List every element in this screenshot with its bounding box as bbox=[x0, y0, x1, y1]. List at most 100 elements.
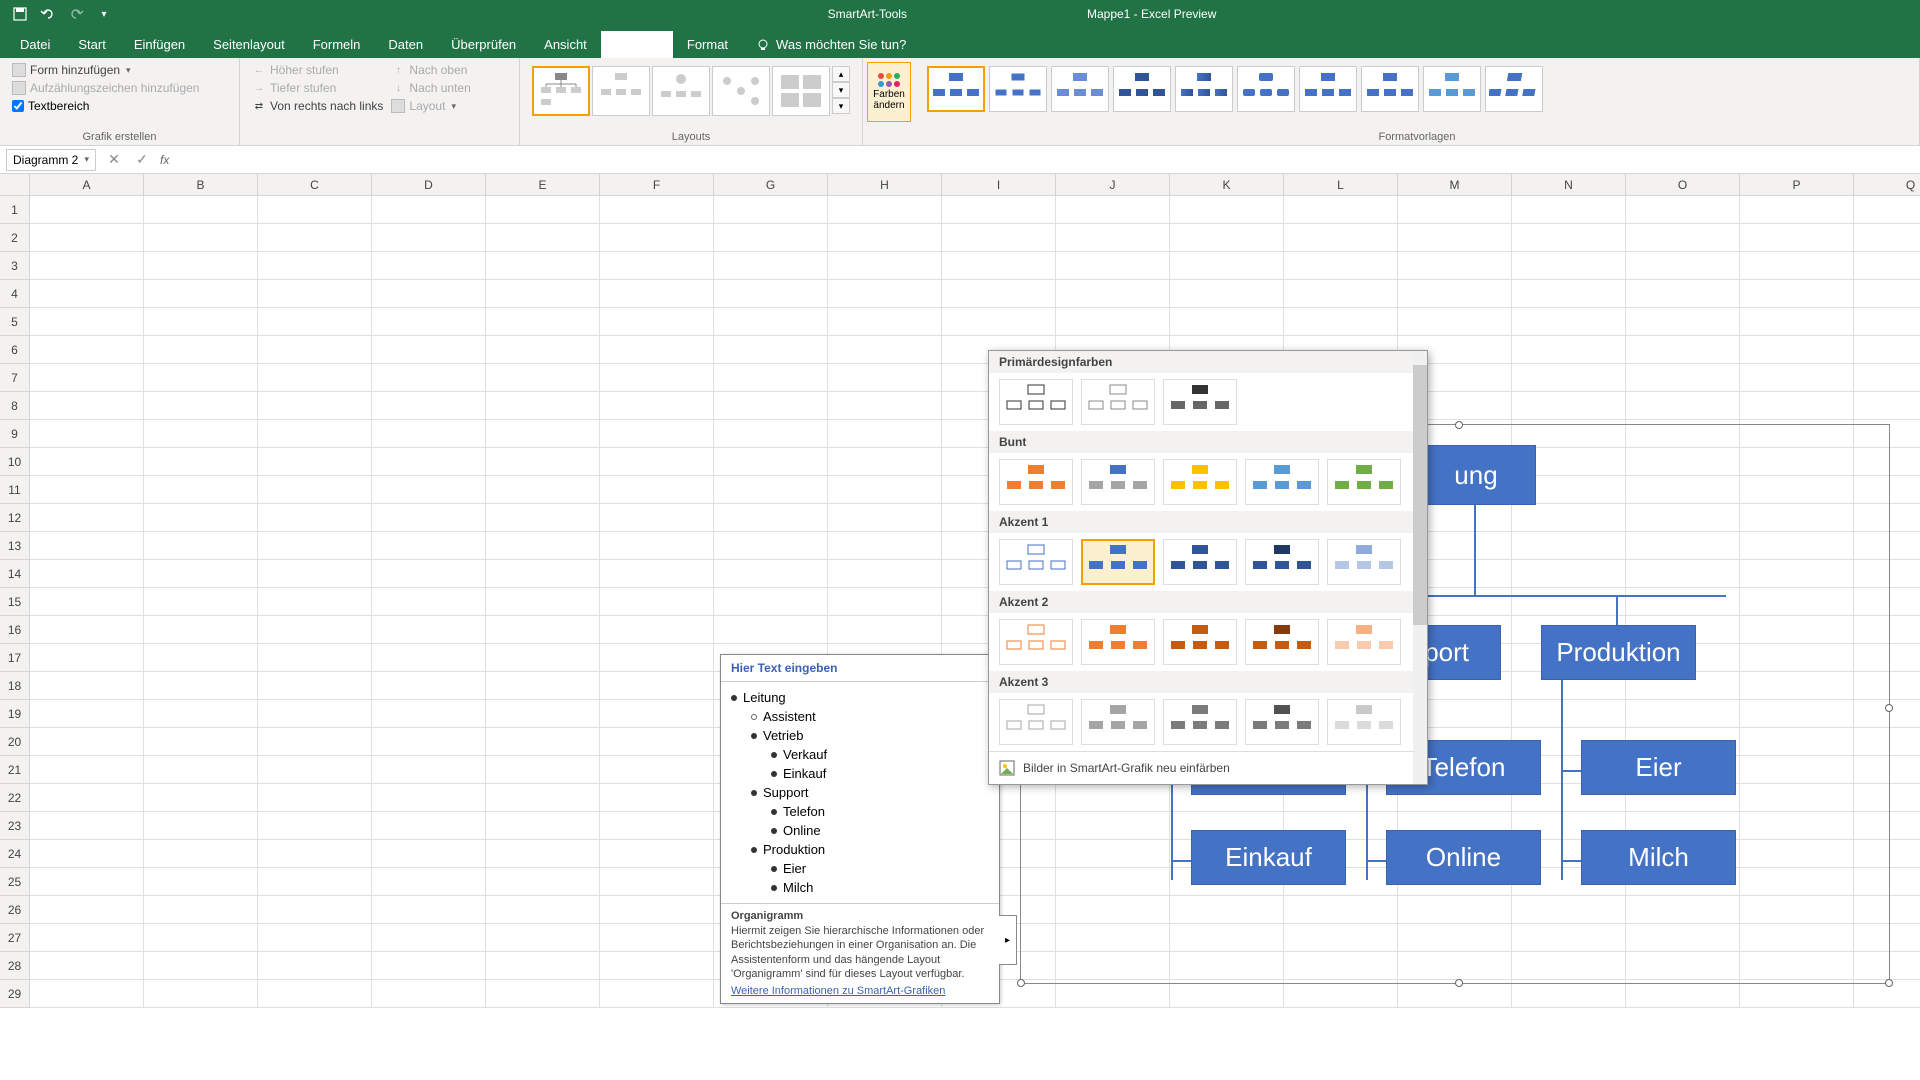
cell[interactable] bbox=[600, 560, 714, 588]
layout-org-chart[interactable] bbox=[532, 66, 590, 116]
color-option[interactable] bbox=[1245, 539, 1319, 585]
cell[interactable] bbox=[600, 672, 714, 700]
cell[interactable] bbox=[1284, 196, 1398, 224]
cell[interactable] bbox=[486, 896, 600, 924]
color-option[interactable] bbox=[1163, 619, 1237, 665]
cell[interactable] bbox=[258, 560, 372, 588]
cell[interactable] bbox=[144, 644, 258, 672]
cell[interactable] bbox=[372, 448, 486, 476]
cell[interactable] bbox=[486, 840, 600, 868]
cell[interactable] bbox=[828, 308, 942, 336]
style-thumb-7[interactable] bbox=[1299, 66, 1357, 112]
cell[interactable] bbox=[486, 644, 600, 672]
change-colors-button[interactable]: Farben ändern bbox=[867, 62, 911, 122]
tab-formeln[interactable]: Formeln bbox=[299, 31, 375, 58]
cell[interactable] bbox=[1626, 280, 1740, 308]
cell[interactable] bbox=[600, 756, 714, 784]
cell[interactable] bbox=[1512, 336, 1626, 364]
cell[interactable] bbox=[30, 308, 144, 336]
cell[interactable] bbox=[144, 728, 258, 756]
redo-icon[interactable] bbox=[66, 4, 86, 24]
gallery-more[interactable]: ▾ bbox=[832, 98, 850, 114]
cell[interactable] bbox=[1056, 224, 1170, 252]
style-thumb-1[interactable] bbox=[927, 66, 985, 112]
color-option[interactable] bbox=[999, 699, 1073, 745]
cell[interactable] bbox=[258, 840, 372, 868]
cell[interactable] bbox=[30, 616, 144, 644]
cell[interactable] bbox=[144, 308, 258, 336]
cell[interactable] bbox=[942, 252, 1056, 280]
text-pane-item[interactable]: Online bbox=[731, 821, 989, 840]
cell[interactable] bbox=[1512, 980, 1626, 1008]
tab-ueberpruefen[interactable]: Überprüfen bbox=[437, 31, 530, 58]
org-node-online[interactable]: Online bbox=[1386, 830, 1541, 885]
cell[interactable] bbox=[1512, 196, 1626, 224]
row-header[interactable]: 20 bbox=[0, 728, 30, 756]
cell[interactable] bbox=[258, 476, 372, 504]
style-thumb-2[interactable] bbox=[989, 66, 1047, 112]
color-option[interactable] bbox=[1081, 459, 1155, 505]
cell[interactable] bbox=[372, 840, 486, 868]
cell[interactable] bbox=[258, 672, 372, 700]
qat-customize-icon[interactable]: ▾ bbox=[94, 4, 114, 24]
cell[interactable] bbox=[714, 504, 828, 532]
color-option[interactable] bbox=[999, 539, 1073, 585]
cell[interactable] bbox=[600, 392, 714, 420]
cell[interactable] bbox=[1740, 252, 1854, 280]
cell[interactable] bbox=[486, 280, 600, 308]
cell[interactable] bbox=[486, 252, 600, 280]
cell[interactable] bbox=[1056, 196, 1170, 224]
cell[interactable] bbox=[486, 224, 600, 252]
cell[interactable] bbox=[1626, 392, 1740, 420]
cell[interactable] bbox=[714, 308, 828, 336]
style-thumb-6[interactable] bbox=[1237, 66, 1295, 112]
cell[interactable] bbox=[258, 868, 372, 896]
cell[interactable] bbox=[258, 784, 372, 812]
cell[interactable] bbox=[372, 644, 486, 672]
cell[interactable] bbox=[1170, 196, 1284, 224]
cell[interactable] bbox=[144, 616, 258, 644]
cell[interactable] bbox=[144, 560, 258, 588]
text-pane-body[interactable]: LeitungAssistentVetriebVerkaufEinkaufSup… bbox=[721, 682, 999, 903]
row-header[interactable]: 13 bbox=[0, 532, 30, 560]
cell[interactable] bbox=[486, 756, 600, 784]
cell[interactable] bbox=[714, 252, 828, 280]
text-pane-item[interactable]: Eier bbox=[731, 859, 989, 878]
cell[interactable] bbox=[144, 392, 258, 420]
cell[interactable] bbox=[486, 812, 600, 840]
cell[interactable] bbox=[30, 336, 144, 364]
row-header[interactable]: 18 bbox=[0, 672, 30, 700]
org-node-leitung[interactable]: ung bbox=[1416, 445, 1536, 505]
cell[interactable] bbox=[600, 364, 714, 392]
cell[interactable] bbox=[372, 476, 486, 504]
cell[interactable] bbox=[600, 784, 714, 812]
color-option-selected[interactable] bbox=[1081, 539, 1155, 585]
cell[interactable] bbox=[1056, 280, 1170, 308]
cell[interactable] bbox=[30, 588, 144, 616]
cell[interactable] bbox=[258, 812, 372, 840]
cell[interactable] bbox=[1854, 392, 1920, 420]
text-pane-collapse-button[interactable]: ▸ bbox=[999, 915, 1017, 965]
cell[interactable] bbox=[942, 224, 1056, 252]
cell[interactable] bbox=[486, 588, 600, 616]
cell[interactable] bbox=[714, 532, 828, 560]
cell[interactable] bbox=[258, 756, 372, 784]
style-thumb-9[interactable] bbox=[1423, 66, 1481, 112]
cell[interactable] bbox=[30, 700, 144, 728]
cell[interactable] bbox=[1284, 252, 1398, 280]
cell[interactable] bbox=[258, 280, 372, 308]
cell[interactable] bbox=[258, 252, 372, 280]
cell[interactable] bbox=[486, 364, 600, 392]
cell[interactable] bbox=[372, 756, 486, 784]
column-header[interactable]: O bbox=[1626, 174, 1740, 196]
cell[interactable] bbox=[258, 392, 372, 420]
cell[interactable] bbox=[144, 224, 258, 252]
layout-thumb-3[interactable] bbox=[652, 66, 710, 116]
cell[interactable] bbox=[600, 280, 714, 308]
cell[interactable] bbox=[600, 420, 714, 448]
text-pane-item[interactable]: Leitung bbox=[731, 688, 989, 707]
color-option[interactable] bbox=[1081, 619, 1155, 665]
row-header[interactable]: 28 bbox=[0, 952, 30, 980]
cell[interactable] bbox=[828, 280, 942, 308]
recolor-pictures-button[interactable]: Bilder in SmartArt-Grafik neu einfärben bbox=[989, 751, 1427, 784]
